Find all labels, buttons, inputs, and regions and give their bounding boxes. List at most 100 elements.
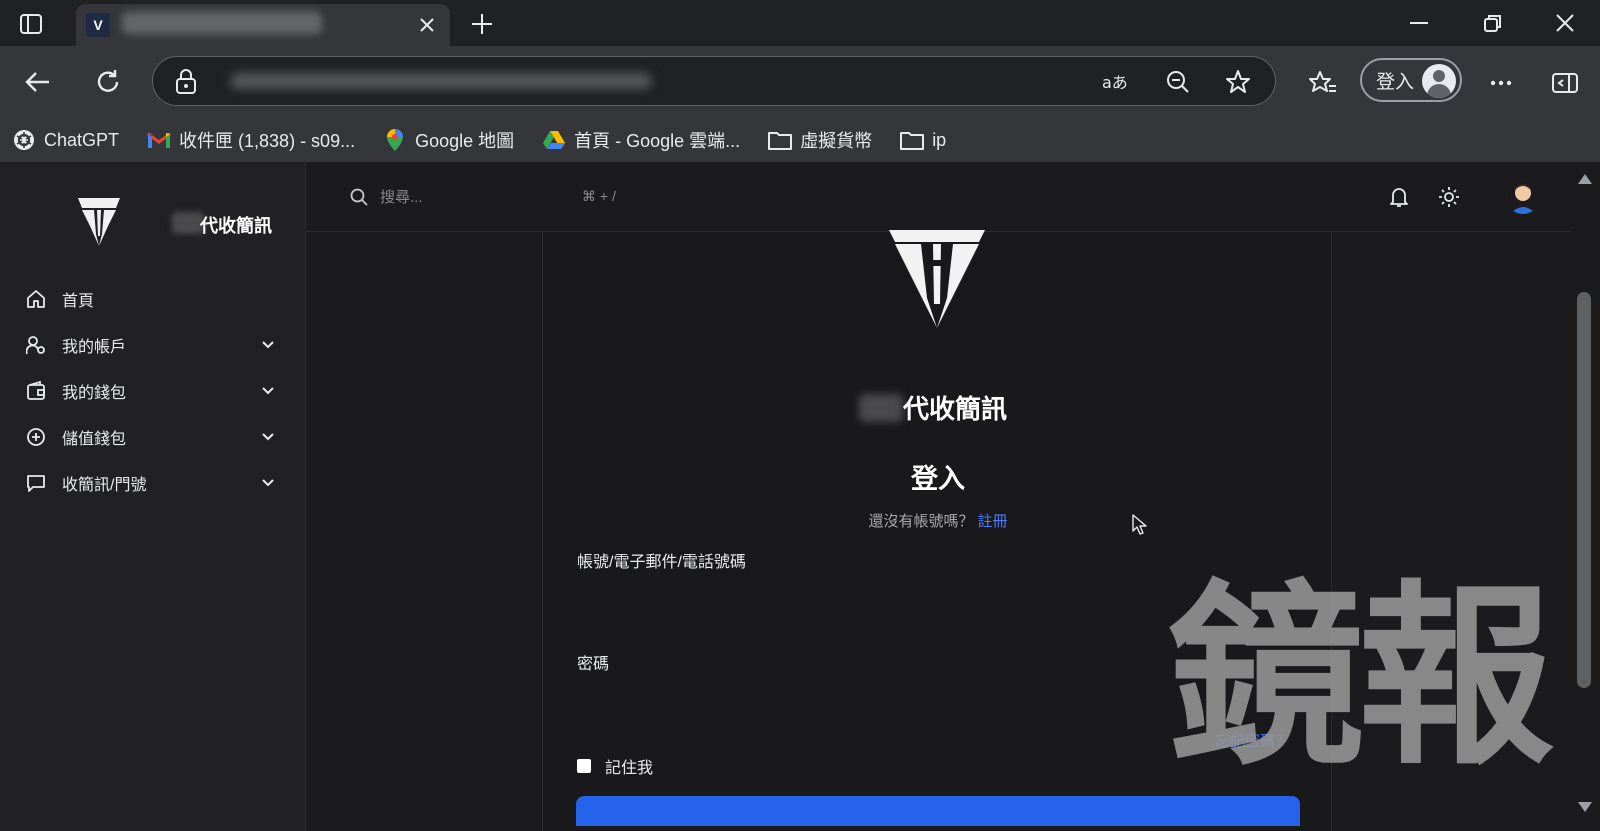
sidebar-menu: 首頁 我的帳戶 我的錢包 儲值錢包 收簡訊/門號 <box>0 276 306 506</box>
sidebar-panel-icon <box>1552 73 1578 93</box>
reload-icon <box>97 70 119 92</box>
user-avatar[interactable] <box>1506 180 1540 214</box>
sidebar-item-label: 儲值錢包 <box>62 431 127 448</box>
chevron-down-icon <box>260 383 276 399</box>
svg-text:aあ: aあ <box>1102 73 1128 92</box>
sidebar-item-label: 我的帳戶 <box>62 339 127 356</box>
profile-signin-button[interactable]: 登入 <box>1360 58 1462 102</box>
tab-close-button[interactable] <box>416 14 438 36</box>
tab-title-blurred <box>122 12 322 34</box>
bookmark-label: ip <box>932 129 947 150</box>
notifications-button[interactable] <box>1386 184 1412 210</box>
login-submit-button[interactable] <box>576 796 1300 826</box>
remember-me[interactable]: 記住我 <box>577 754 653 778</box>
favorites-list-icon <box>1309 71 1336 92</box>
google-maps-icon <box>383 128 407 152</box>
zoom-out-icon[interactable] <box>1163 67 1193 97</box>
url-text-blurred <box>231 73 651 89</box>
translate-icon[interactable]: aあ <box>1101 67 1131 97</box>
sidebar-item-sms-numbers[interactable]: 收簡訊/門號 <box>0 460 306 506</box>
bookmark-label: 虛擬貨幣 <box>800 131 873 151</box>
bookmark-label: Google 地圖 <box>415 131 515 151</box>
more-menu-button[interactable] <box>1484 66 1518 100</box>
scroll-up-arrow-icon[interactable] <box>1578 174 1592 184</box>
search-shortcut-hint: ⌘ + / <box>582 188 616 204</box>
scroll-down-arrow-icon[interactable] <box>1578 802 1592 812</box>
plus-circle-icon <box>26 427 46 447</box>
restore-button[interactable] <box>1468 6 1518 40</box>
brand-name: 代收簡訊 <box>200 216 272 236</box>
plus-icon <box>472 14 492 34</box>
address-bar[interactable]: aあ <box>152 56 1276 106</box>
site-name-blurred <box>859 394 903 422</box>
profile-avatar-icon <box>1422 64 1456 98</box>
minimize-icon <box>1410 22 1428 24</box>
sidebar-item-my-wallet[interactable]: 我的錢包 <box>0 368 306 414</box>
favorites-button[interactable] <box>1306 66 1340 100</box>
close-icon <box>420 18 434 32</box>
new-tab-button[interactable] <box>466 8 498 40</box>
bell-icon <box>1390 188 1408 207</box>
mouse-cursor-icon <box>1132 514 1147 535</box>
sidebar-item-my-account[interactable]: 我的帳戶 <box>0 322 306 368</box>
wallet-icon <box>26 381 46 401</box>
bookmark-google-maps[interactable]: Google 地圖 <box>383 127 514 153</box>
tab-actions-icon <box>20 14 42 34</box>
browser-titlebar: V <box>0 0 1600 46</box>
site-info-icon[interactable] <box>175 69 197 100</box>
no-account-text: 還沒有帳號嗎？ <box>868 513 974 530</box>
sidebar-item-home[interactable]: 首頁 <box>0 276 306 322</box>
site-favicon-icon: V <box>86 13 110 37</box>
watermark-text: 鏡報 <box>1168 564 1554 792</box>
minimize-button[interactable] <box>1394 6 1444 40</box>
sidebar-item-topup-wallet[interactable]: 儲值錢包 <box>0 414 306 460</box>
message-icon <box>26 473 46 493</box>
app-sidebar: 代收簡訊 首頁 我的帳戶 我的錢包 儲值錢包 收簡訊/門號 <box>0 162 306 831</box>
page-scrollbar[interactable] <box>1570 162 1600 831</box>
tab-actions-button[interactable] <box>14 9 48 39</box>
chatgpt-icon <box>12 128 36 152</box>
no-account-prompt: 還沒有帳號嗎？ 註冊 <box>543 510 1333 531</box>
restore-icon <box>1484 15 1501 32</box>
bookmark-label: 收件匣 (1,838) - s09... <box>179 131 356 151</box>
bookmark-chatgpt[interactable]: ChatGPT <box>12 128 119 152</box>
bookmark-google-drive[interactable]: 首頁 - Google 雲端... <box>542 127 740 153</box>
back-arrow-icon <box>25 72 49 92</box>
theme-toggle-button[interactable] <box>1436 184 1462 210</box>
close-window-icon <box>1556 14 1574 32</box>
chevron-down-icon <box>260 429 276 445</box>
user-settings-icon <box>26 335 46 355</box>
favorite-star-icon[interactable] <box>1223 67 1253 97</box>
more-dots-icon <box>1490 80 1512 86</box>
bookmark-folder-crypto[interactable]: 虛擬貨幣 <box>768 127 872 153</box>
reload-button[interactable] <box>88 62 128 102</box>
folder-icon <box>768 128 793 152</box>
google-drive-icon <box>542 128 566 152</box>
active-tab[interactable]: V <box>76 4 450 46</box>
brand-logo[interactable] <box>76 196 122 248</box>
scrollbar-thumb[interactable] <box>1577 292 1591 688</box>
remember-me-checkbox[interactable] <box>577 759 591 773</box>
sidebar-item-label: 收簡訊/門號 <box>62 477 147 494</box>
sidebar-toggle-button[interactable] <box>1548 66 1582 100</box>
sun-icon <box>1439 187 1459 207</box>
bookmarks-bar: ChatGPT 收件匣 (1,838) - s09... Google 地圖 首… <box>0 118 1600 162</box>
remember-me-label: 記住我 <box>605 760 654 777</box>
account-field-label: 帳號/電子郵件/電話號碼 <box>577 554 746 571</box>
home-icon <box>26 289 46 309</box>
search-icon <box>350 188 368 206</box>
register-link[interactable]: 註冊 <box>978 513 1008 530</box>
search-placeholder: 搜尋... <box>380 189 423 206</box>
bookmark-gmail[interactable]: 收件匣 (1,838) - s09... <box>147 127 355 153</box>
site-name: 代收簡訊 <box>903 394 1008 424</box>
page-viewport: 代收簡訊 首頁 我的帳戶 我的錢包 儲值錢包 收簡訊/門號 搜尋... ⌘ + … <box>0 162 1600 831</box>
bookmark-folder-ip[interactable]: ip <box>900 128 946 152</box>
browser-toolbar: aあ 登入 ChatGPT 收件匣 (1,838) - s09... Googl… <box>0 46 1600 162</box>
signin-label: 登入 <box>1376 71 1415 93</box>
close-window-button[interactable] <box>1540 6 1590 40</box>
back-button[interactable] <box>18 62 58 102</box>
sidebar-item-label: 我的錢包 <box>62 385 127 402</box>
search-input[interactable]: 搜尋... <box>350 186 423 207</box>
folder-icon <box>900 128 925 152</box>
bookmark-label: 首頁 - Google 雲端... <box>574 131 741 151</box>
